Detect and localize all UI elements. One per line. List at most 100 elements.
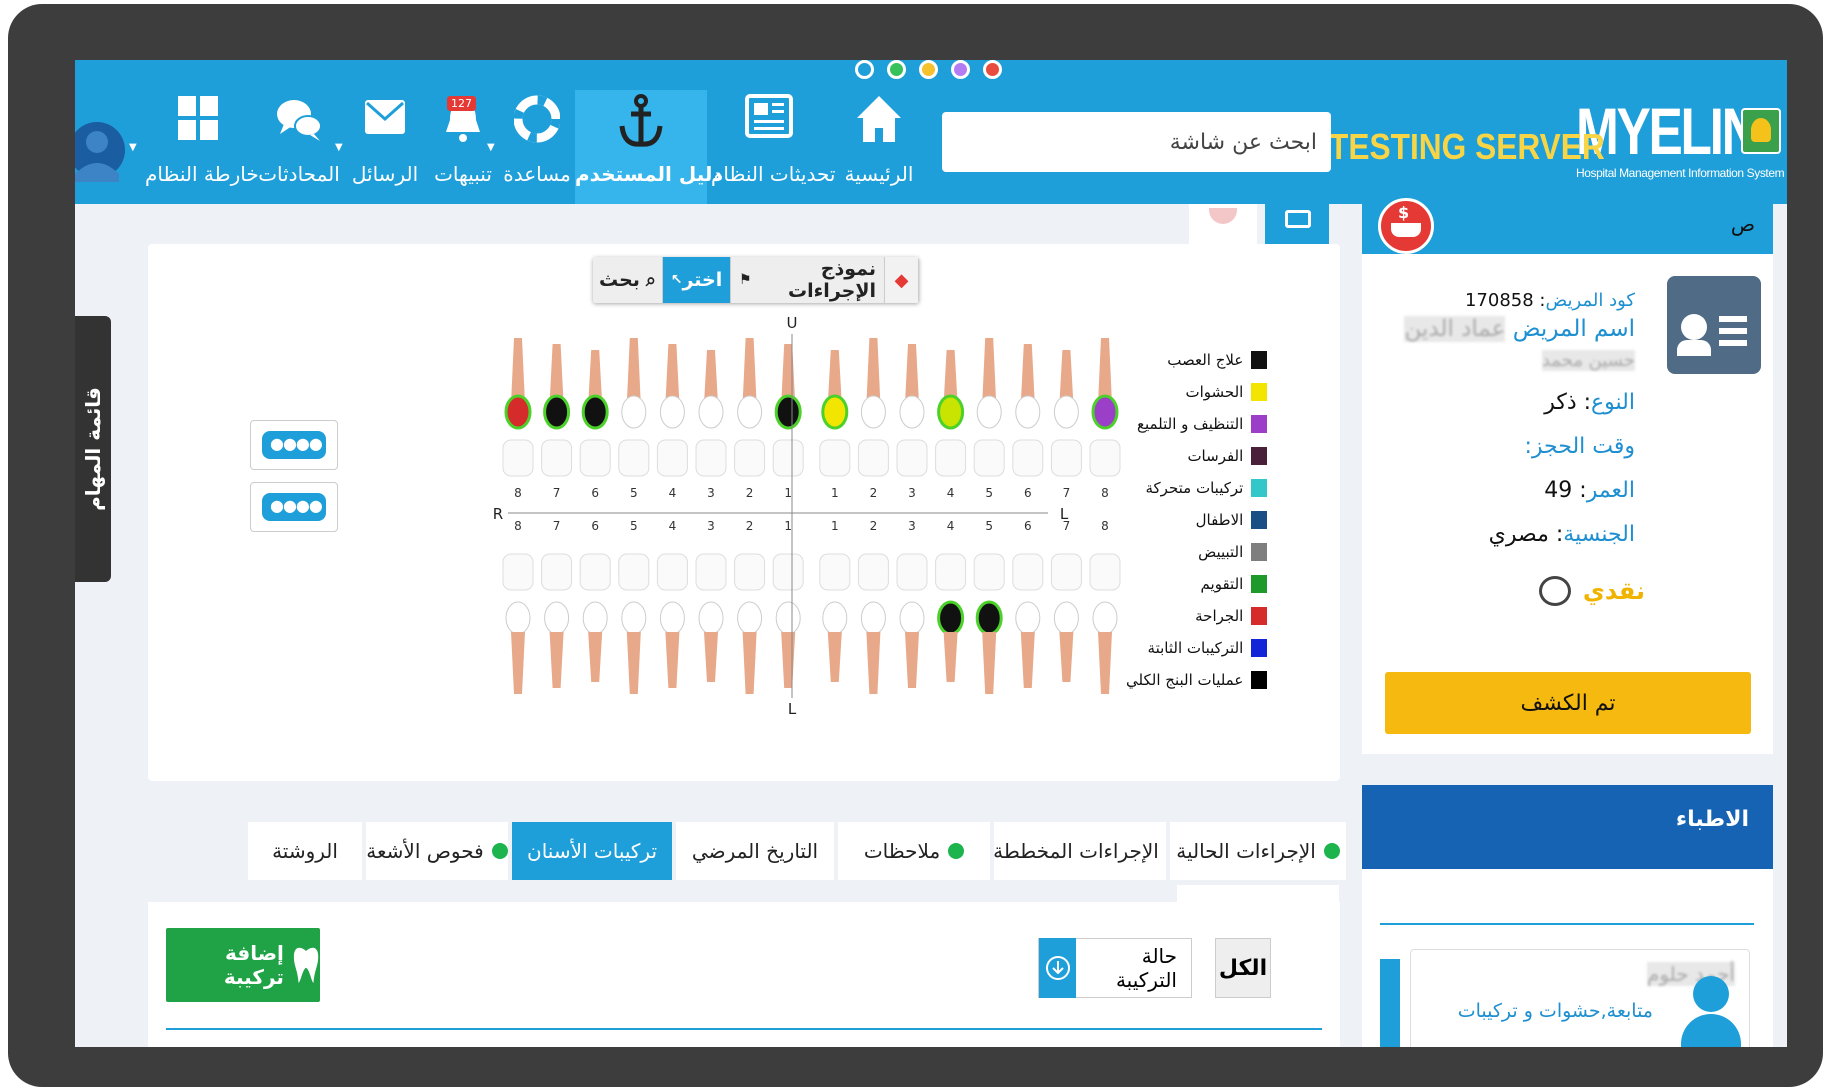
upper-tooth[interactable] [581, 394, 609, 430]
user-caret-icon[interactable]: ▼ [129, 142, 137, 153]
tab-6[interactable]: الروشتة [248, 822, 362, 880]
upper-tooth[interactable] [937, 394, 965, 430]
lower-occlusal[interactable] [819, 553, 851, 591]
all-filter-button[interactable]: الكل [1215, 938, 1271, 998]
upper-occlusal[interactable] [695, 439, 727, 477]
lower-tooth[interactable] [621, 601, 647, 635]
lower-tooth[interactable] [899, 601, 925, 635]
lower-occlusal[interactable] [541, 553, 573, 591]
prosthetic-state-dropdown[interactable]: حالة التركيبة [1038, 938, 1192, 998]
upper-occlusal[interactable] [857, 439, 889, 477]
nav-chats[interactable]: المحادثات [255, 90, 343, 186]
theme-dot[interactable] [951, 60, 970, 79]
mini-tab-face[interactable] [1189, 204, 1257, 244]
nav-help[interactable]: مساعدة [503, 90, 571, 186]
lower-occlusal[interactable] [772, 553, 804, 591]
lower-tooth[interactable] [737, 601, 763, 635]
lower-occlusal[interactable] [502, 553, 534, 591]
upper-tooth[interactable] [860, 395, 886, 429]
lower-occlusal[interactable] [973, 553, 1005, 591]
tab-2[interactable]: ملاحظات [838, 822, 990, 880]
lower-occlusal[interactable] [857, 553, 889, 591]
procedures-model-button[interactable]: نموذج الإجراءات ⚑ [731, 257, 885, 303]
upper-tooth[interactable] [698, 395, 724, 429]
upper-occlusal[interactable] [618, 439, 650, 477]
tab-1[interactable]: الإجراءات المخططة [993, 822, 1166, 880]
lower-occlusal[interactable] [1012, 553, 1044, 591]
user-avatar[interactable] [75, 112, 125, 188]
lower-tooth[interactable] [975, 600, 1003, 636]
task-menu-tab[interactable]: قائمة المهام [75, 316, 111, 582]
tab-0[interactable]: الإجراءات الحالية [1170, 822, 1346, 880]
theme-dot[interactable] [855, 60, 874, 79]
chats-caret-icon[interactable]: ▼ [335, 142, 343, 153]
upper-tooth[interactable] [621, 395, 647, 429]
lower-tooth[interactable] [822, 601, 848, 635]
lower-occlusal[interactable] [695, 553, 727, 591]
upper-occlusal[interactable] [1089, 439, 1121, 477]
theme-dot[interactable] [887, 60, 906, 79]
teeth-chart[interactable]: 88776655443322111122334455667788ULR L [488, 316, 1188, 786]
myelin-logo[interactable]: MYELIN Hospital Management Information S… [1576, 98, 1785, 180]
lower-occlusal[interactable] [896, 553, 928, 591]
upper-occlusal[interactable] [1012, 439, 1044, 477]
mini-tab-calendar[interactable] [1265, 204, 1329, 244]
upper-tooth[interactable] [774, 394, 802, 430]
upper-occlusal[interactable] [1050, 439, 1082, 477]
lower-tooth[interactable] [659, 601, 685, 635]
lower-tooth[interactable] [937, 600, 965, 636]
payment-hand-icon[interactable]: $ [1378, 198, 1434, 254]
upper-tooth[interactable] [737, 395, 763, 429]
nav-system-updates[interactable]: تحديثات النظام [711, 90, 835, 186]
lower-tooth[interactable] [582, 601, 608, 635]
upper-tooth[interactable] [1015, 395, 1041, 429]
lower-tooth[interactable] [1053, 601, 1079, 635]
lower-occlusal[interactable] [618, 553, 650, 591]
comment-icon[interactable] [1538, 576, 1571, 606]
lower-tooth[interactable] [1015, 601, 1041, 635]
upper-tooth[interactable] [976, 395, 1002, 429]
upper-occlusal[interactable] [541, 439, 573, 477]
nav-home[interactable]: الرئيسية [833, 90, 925, 186]
doctors-scrollbar[interactable] [1380, 959, 1400, 1047]
upper-occlusal[interactable] [896, 439, 928, 477]
tab-3[interactable]: التاريخ المرضي [676, 822, 834, 880]
upper-tooth[interactable] [821, 394, 849, 430]
lower-occlusal[interactable] [1089, 553, 1121, 591]
upper-occlusal[interactable] [772, 439, 804, 477]
upper-tooth[interactable] [659, 395, 685, 429]
eraser-button[interactable]: ◆ [885, 257, 919, 303]
upper-occlusal[interactable] [502, 439, 534, 477]
nav-system-map[interactable]: خارطة النظام [145, 90, 259, 186]
upper-occlusal[interactable] [579, 439, 611, 477]
upper-arch-toggle[interactable] [250, 420, 338, 470]
upper-tooth[interactable] [504, 394, 532, 430]
lower-tooth[interactable] [505, 601, 531, 635]
upper-occlusal[interactable] [935, 439, 967, 477]
lower-occlusal[interactable] [935, 553, 967, 591]
lower-occlusal[interactable] [734, 553, 766, 591]
upper-occlusal[interactable] [656, 439, 688, 477]
nav-notifications[interactable]: 127 تنبيهات [427, 90, 499, 186]
screen-search-input[interactable] [942, 112, 1331, 172]
choose-button[interactable]: اختر ↖ [663, 257, 731, 303]
lower-tooth[interactable] [1092, 601, 1118, 635]
theme-dot[interactable] [983, 60, 1002, 79]
examination-done-button[interactable]: تم الكشف [1385, 672, 1751, 734]
lower-tooth[interactable] [698, 601, 724, 635]
lower-occlusal[interactable] [656, 553, 688, 591]
nav-user-guide[interactable]: دليل المستخدم [575, 90, 723, 204]
upper-tooth[interactable] [1091, 394, 1119, 430]
lower-tooth[interactable] [860, 601, 886, 635]
lower-tooth[interactable] [775, 601, 801, 635]
tab-4[interactable]: تركيبات الأسنان [512, 822, 672, 880]
upper-tooth[interactable] [543, 394, 571, 430]
upper-tooth[interactable] [899, 395, 925, 429]
upper-occlusal[interactable] [973, 439, 1005, 477]
lower-occlusal[interactable] [1050, 553, 1082, 591]
upper-occlusal[interactable] [734, 439, 766, 477]
theme-dot[interactable] [919, 60, 938, 79]
tab-5[interactable]: فحوص الأشعة [366, 822, 508, 880]
doctor-card[interactable]: أحمد حلوم متابعة,حشوات و تركيبات [1410, 949, 1750, 1047]
lower-arch-toggle[interactable] [250, 482, 338, 532]
